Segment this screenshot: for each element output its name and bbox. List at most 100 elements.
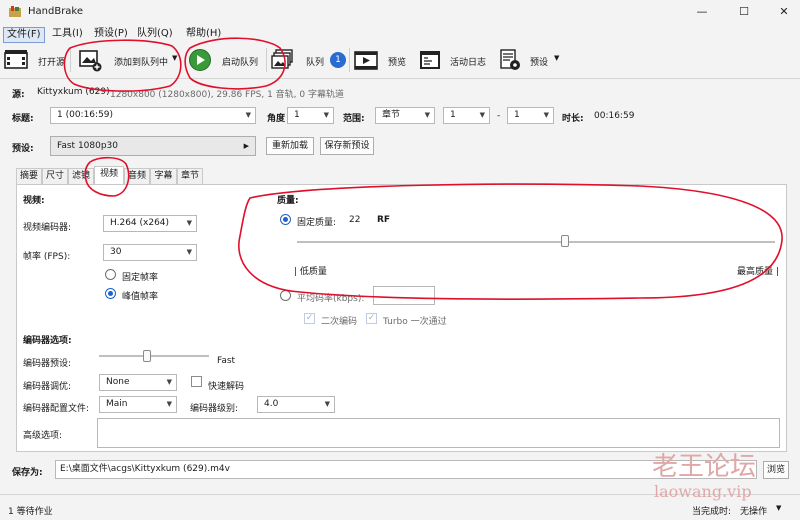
activity-log-button[interactable]: 活动日志: [418, 44, 496, 76]
chevron-down-icon[interactable]: ▼: [172, 54, 177, 62]
constant-framerate-radio[interactable]: [105, 269, 116, 280]
rf-value: 22: [349, 215, 361, 225]
encoder-options-title: 编码器选项:: [23, 336, 72, 346]
encoder-profile-label: 编码器配置文件:: [23, 404, 90, 414]
title-select[interactable]: 1 (00:16:59) ▼: [50, 107, 256, 124]
queue-count-badge: 1: [330, 52, 346, 68]
chevron-right-icon: ▶: [243, 142, 249, 150]
chevron-down-icon: ▼: [479, 111, 485, 119]
range-label: 范围:: [343, 114, 365, 124]
encoder-label: 视频编码器:: [23, 223, 72, 233]
peak-framerate-radio[interactable]: [105, 288, 116, 299]
tab-subtitles[interactable]: 字幕: [150, 168, 177, 184]
terminal-icon: [420, 51, 440, 69]
range-start-select[interactable]: 1 ▼: [443, 107, 490, 124]
presets-button[interactable]: 预设 ▼: [498, 44, 568, 76]
maximize-button[interactable]: ☐: [724, 2, 764, 22]
reload-button[interactable]: 重新加载: [266, 137, 314, 155]
presets-label: 预设: [530, 58, 549, 68]
start-queue-button[interactable]: 启动队列: [188, 44, 268, 76]
avg-bitrate-label: 平均码率(kbps):: [297, 294, 365, 304]
menu-tools[interactable]: 工具(I): [49, 27, 86, 43]
encoder-tune-select[interactable]: None ▼: [99, 374, 177, 391]
chevron-down-icon[interactable]: ▼: [776, 504, 781, 512]
tab-chapters[interactable]: 章节: [177, 168, 203, 184]
source-name: Kittyxkum (629): [37, 87, 110, 97]
film-icon: [4, 50, 28, 69]
advanced-options-input[interactable]: [97, 418, 780, 448]
quality-slider-thumb[interactable]: [560, 235, 569, 247]
chevron-down-icon: ▼: [186, 248, 192, 256]
avg-bitrate-input[interactable]: [373, 286, 435, 305]
menu-help[interactable]: 帮助(H): [183, 27, 224, 43]
toolbar-separator: [70, 48, 71, 72]
encoder-preset-slider-thumb[interactable]: [143, 350, 151, 362]
preset-selector[interactable]: Fast 1080p30 ▶: [50, 136, 256, 156]
high-quality-label: 最高质量 |: [737, 267, 779, 277]
chevron-down-icon: ▼: [186, 219, 192, 227]
encoder-tune-label: 编码器调优:: [23, 382, 72, 392]
tab-video[interactable]: 视频: [94, 166, 124, 184]
angle-label: 角度: [267, 114, 286, 124]
chevron-down-icon: ▼: [424, 111, 430, 119]
chevron-down-icon: ▼: [245, 111, 251, 119]
menu-file[interactable]: 文件(F): [3, 27, 45, 43]
tab-summary[interactable]: 摘要: [16, 168, 42, 184]
chevron-down-icon: ▼: [543, 111, 549, 119]
fps-select[interactable]: 30 ▼: [103, 244, 197, 261]
encoder-profile-select[interactable]: Main ▼: [99, 396, 177, 413]
preset-label: 预设:: [12, 144, 34, 154]
encoder-level-select[interactable]: 4.0 ▼: [257, 396, 335, 413]
encoder-preset-value: Fast: [217, 356, 236, 366]
tab-dimensions[interactable]: 尺寸: [42, 168, 68, 184]
open-source-button[interactable]: 打开源: [4, 44, 68, 76]
tab-audio[interactable]: 音频: [124, 168, 150, 184]
pending-jobs-status: 1 等待作业: [8, 507, 53, 517]
activity-log-label: 活动日志: [450, 58, 487, 68]
tab-filters[interactable]: 滤镜: [68, 168, 94, 184]
close-button[interactable]: ✕: [764, 2, 800, 22]
fast-decode-checkbox[interactable]: [191, 376, 202, 387]
constant-quality-label: 固定质量:: [297, 218, 337, 228]
range-end-select[interactable]: 1 ▼: [507, 107, 554, 124]
two-pass-checkbox[interactable]: ✓: [304, 313, 315, 324]
quality-slider-track[interactable]: [297, 241, 775, 243]
toolbar-separator: [266, 48, 267, 72]
add-to-queue-button[interactable]: 添加到队列中 ▼: [78, 44, 178, 76]
avg-bitrate-radio[interactable]: [280, 290, 291, 301]
quality-section-title: 质量:: [277, 196, 299, 206]
preset-value: Fast 1080p30: [57, 141, 119, 151]
chevron-down-icon: ▼: [323, 111, 329, 119]
video-tab-panel: 视频: 视频编码器: H.264 (x264) ▼ 帧率 (FPS): 30 ▼ 固…: [16, 184, 787, 452]
two-pass-label: 二次编码: [321, 317, 358, 327]
when-done-select[interactable]: 无操作: [740, 504, 767, 517]
chevron-down-icon[interactable]: ▼: [554, 54, 559, 62]
encoder-level-label: 编码器级别:: [190, 404, 239, 414]
angle-select[interactable]: 1 ▼: [287, 107, 334, 124]
divider: [0, 78, 800, 79]
menu-presets[interactable]: 预设(P): [91, 27, 131, 43]
angle-value: 1: [294, 110, 300, 120]
minimize-button[interactable]: —: [682, 2, 722, 22]
menu-queue[interactable]: 队列(Q): [134, 27, 176, 43]
duration-value: 00:16:59: [594, 111, 635, 121]
preview-button[interactable]: 预览: [354, 44, 414, 76]
range-type-select[interactable]: 章节 ▼: [375, 107, 435, 124]
turbo-checkbox[interactable]: ✓: [366, 313, 377, 324]
constant-quality-radio[interactable]: [280, 214, 291, 225]
video-encoder-select[interactable]: H.264 (x264) ▼: [103, 215, 197, 232]
encoder-preset-slider-track[interactable]: [99, 355, 209, 357]
video-encoder-value: H.264 (x264): [110, 218, 170, 228]
range-start-value: 1: [450, 110, 456, 120]
save-new-preset-button[interactable]: 保存新预设: [320, 137, 374, 155]
title-bar: HandBrake — ☐ ✕: [0, 0, 800, 24]
watermark-url: laowang.vip: [654, 482, 752, 501]
browse-button[interactable]: 浏览: [763, 461, 789, 479]
video-section-title: 视频:: [23, 196, 45, 206]
title-label: 标题:: [12, 114, 34, 124]
queue-label: 队列: [306, 58, 325, 68]
range-end-value: 1: [514, 110, 520, 120]
range-type-value: 章节: [382, 110, 401, 120]
fps-value: 30: [110, 247, 122, 257]
fast-decode-label: 快速解码: [208, 382, 245, 392]
